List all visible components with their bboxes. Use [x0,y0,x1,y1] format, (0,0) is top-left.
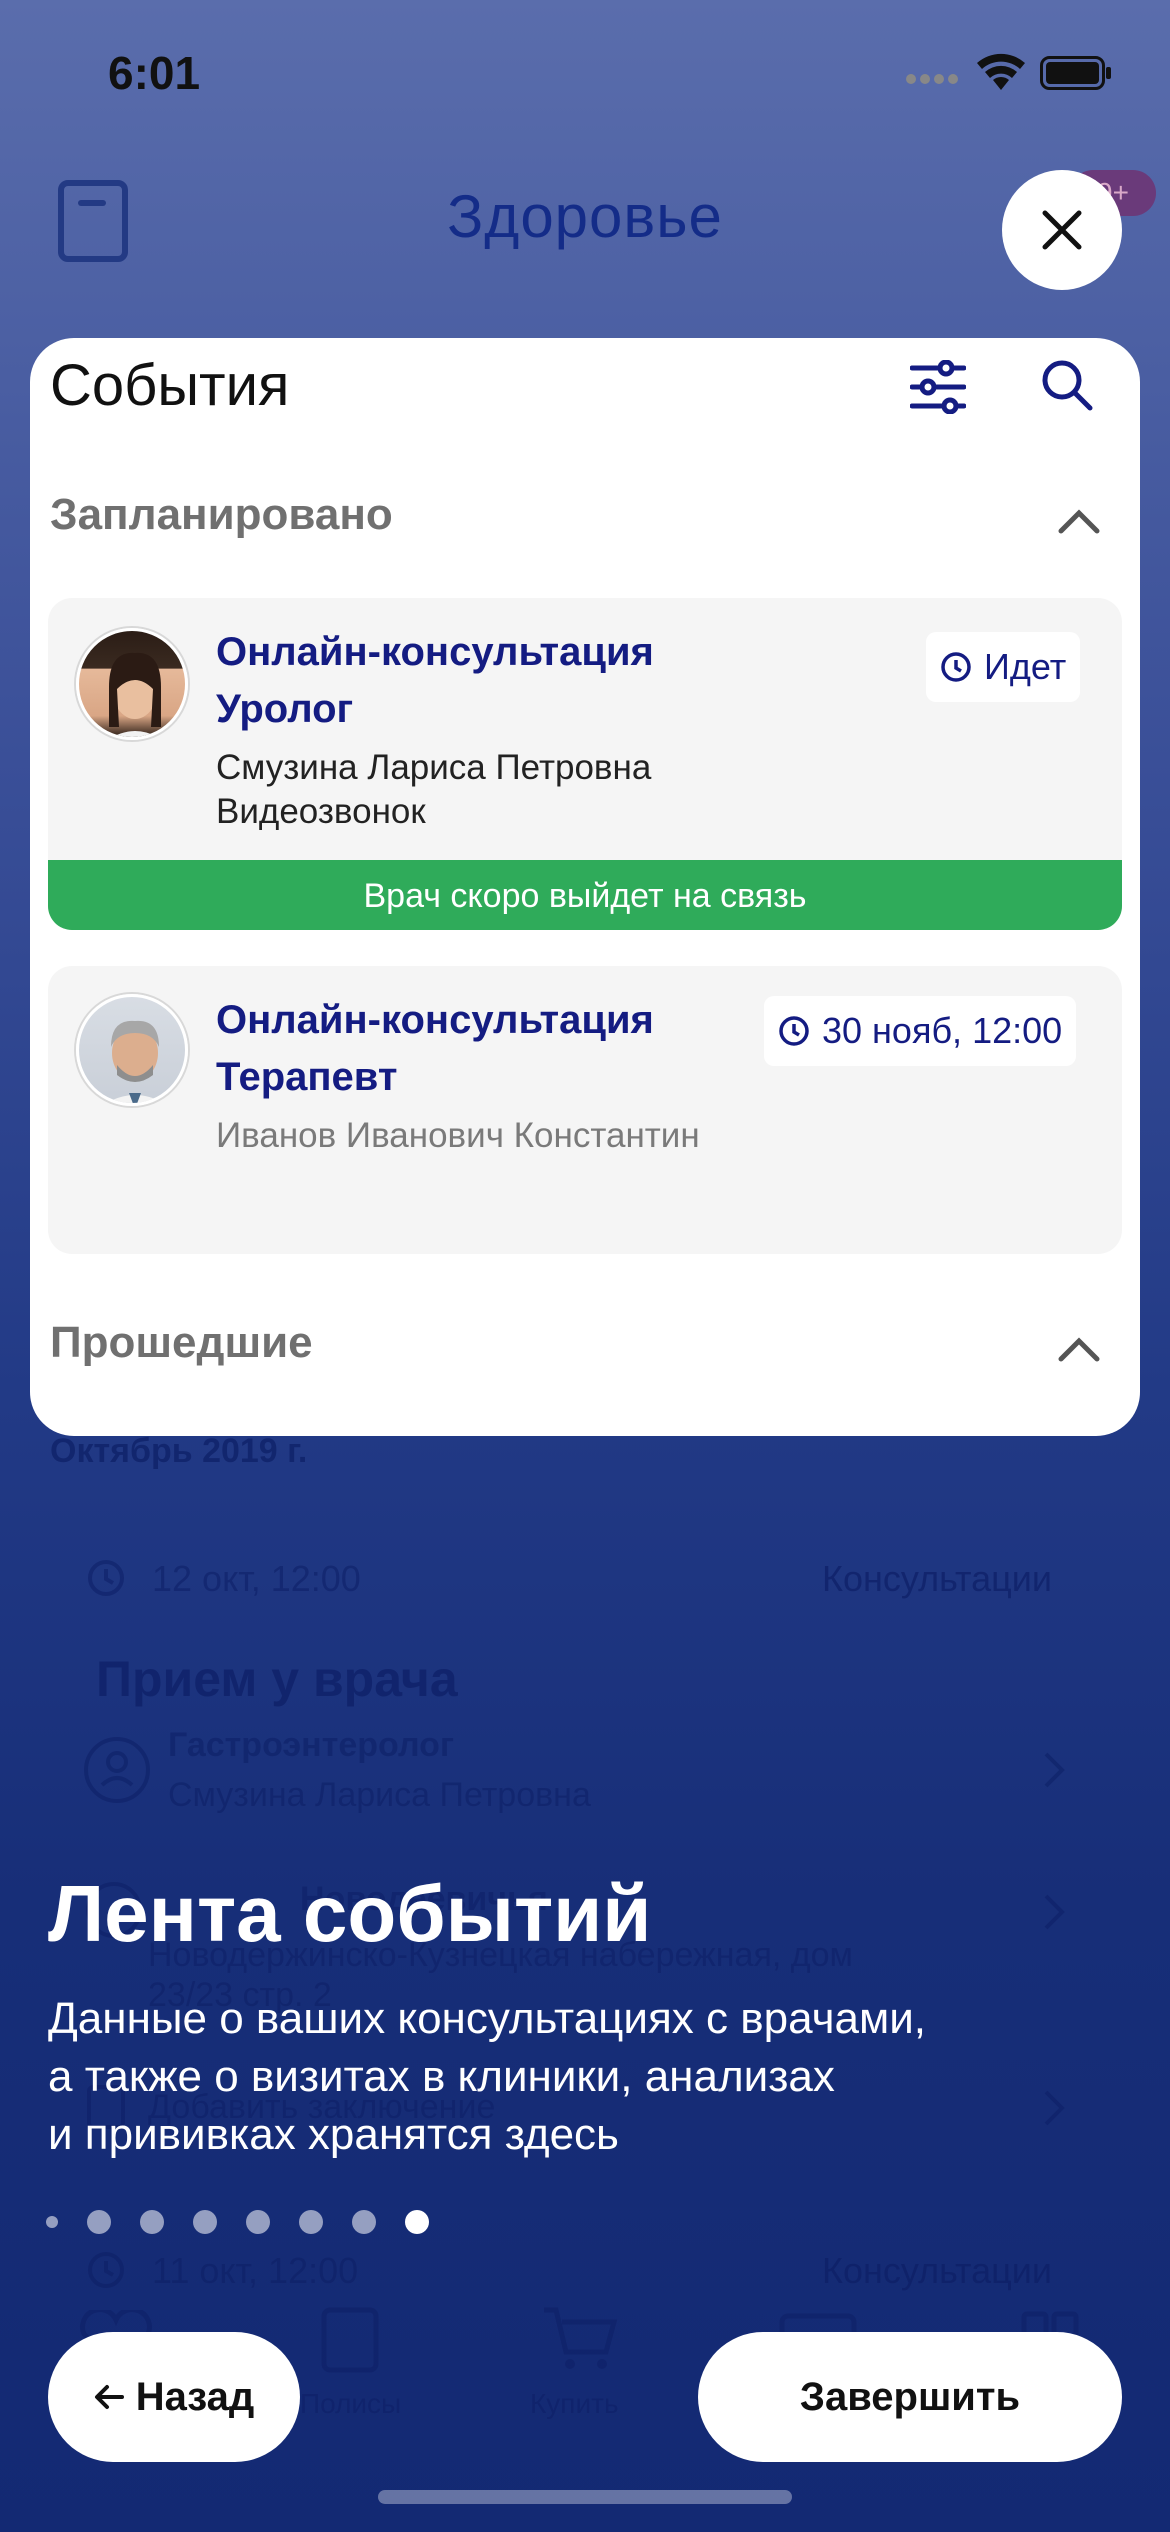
finish-button-label: Завершить [799,2374,1021,2419]
page-dot [87,2210,111,2234]
tab-policies[interactable]: Полисы [300,2388,401,2420]
event-category: Консультации [822,1558,1052,1599]
event-doctor: Иванов Иванович Константин [216,1116,700,1155]
page-dot-active [405,2210,429,2234]
page-dot [299,2210,323,2234]
clock-icon [941,652,971,682]
page-dot [246,2210,270,2234]
event-type: Видеозвонок [216,792,426,831]
clipboard-icon[interactable] [320,2302,380,2374]
doctor-role: Гастроэнтеролог [168,1726,455,1764]
event-time-badge: 30 нояб, 12:00 [764,996,1077,1066]
back-button-label: Назад [135,2374,255,2419]
clock-icon [88,1560,124,1596]
event-status-text: Идет [984,646,1067,687]
close-button[interactable] [1002,170,1122,290]
battery-icon [1040,56,1111,90]
search-icon[interactable] [1040,358,1094,412]
event-title: Онлайн-консультация [216,998,654,1042]
event-specialty: Уролог [216,687,354,731]
cart-icon[interactable] [540,2304,620,2374]
back-button[interactable]: Назад [48,2332,300,2462]
description-line: и прививках хранятся здесь [48,2110,619,2159]
page-dot [193,2210,217,2234]
event-category: Консультации [822,2250,1052,2291]
month-header: Октябрь 2019 г. [50,1432,308,1470]
page-indicator [46,2210,458,2234]
description-line: а также о визитах в клиники, анализах [48,2052,835,2101]
event-doctor: Смузина Лариса Петровна [216,748,652,787]
app-header-title: Здоровье [447,183,723,250]
doctor-avatar [76,628,188,740]
page-dot [352,2210,376,2234]
filter-icon[interactable] [910,360,966,414]
home-indicator [378,2490,792,2504]
event-date: 11 окт, 12:00 [152,2250,359,2291]
clock-icon [88,2252,124,2288]
event-specialty: Терапевт [216,1055,398,1099]
arrow-left-icon [94,2385,124,2409]
page-dot [46,2216,58,2228]
chevron-up-icon[interactable] [1058,1336,1100,1362]
planned-section-title: Запланировано [50,490,393,539]
doctor-name: Смузина Лариса Петровна [168,1776,591,1814]
description-line: Данные о ваших консультациях с врачами, [48,1994,927,2043]
chevron-right-icon[interactable] [1042,1750,1066,1790]
event-item[interactable]: Онлайн-консультация Уролог Смузина Ларис… [48,598,1122,930]
chevron-right-icon[interactable] [1042,1892,1066,1932]
chevron-up-icon[interactable] [1058,508,1100,534]
onboarding-description: Данные о ваших консультациях с врачами, … [48,1990,1128,2164]
wifi-icon [977,53,1025,90]
person-icon [84,1737,150,1803]
doctor-status-banner: Врач скоро выйдет на связь [48,860,1122,930]
event-status-badge: Идет [926,632,1081,702]
events-card: События Запланировано Онлайн-консультаци… [30,338,1140,1436]
event-title: Онлайн-консультация [216,630,654,674]
clock-icon [779,1016,809,1046]
event-item[interactable]: Онлайн-консультация Терапевт Иванов Иван… [48,966,1122,1254]
visit-title: Прием у врача [96,1651,458,1707]
event-date: 12 окт, 12:00 [152,1558,361,1599]
card-title: События [50,353,290,418]
tab-buy[interactable]: Купить [530,2388,619,2420]
finish-button[interactable]: Завершить [698,2332,1122,2462]
cellular-signal-icon [906,74,958,84]
status-time: 6:01 [108,47,201,99]
onboarding-title: Лента событий [48,1869,652,1958]
page-dot [140,2210,164,2234]
doctor-avatar [76,994,188,1106]
past-section-title: Прошедшие [50,1318,313,1367]
close-icon [1042,210,1082,250]
event-time-text: 30 нояб, 12:00 [822,1010,1063,1051]
